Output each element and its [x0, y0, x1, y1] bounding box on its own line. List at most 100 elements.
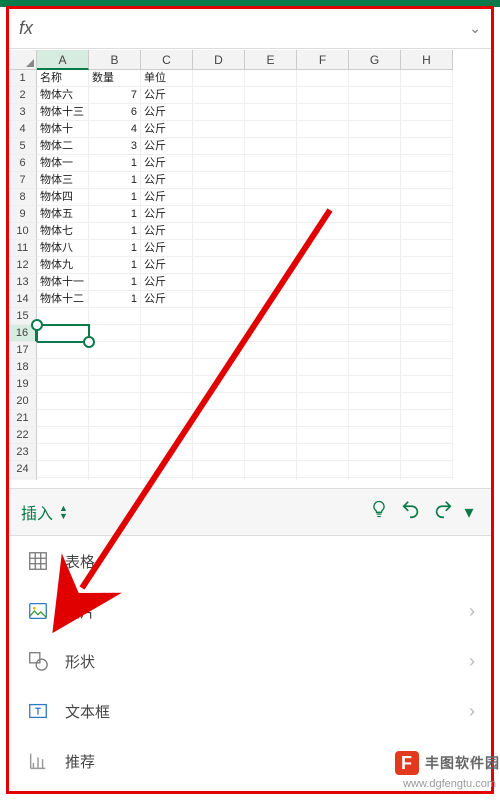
cell[interactable]	[349, 342, 401, 359]
cell[interactable]	[193, 138, 245, 155]
cell[interactable]	[401, 325, 453, 342]
cell[interactable]	[193, 155, 245, 172]
cell[interactable]	[297, 274, 349, 291]
cell[interactable]	[245, 138, 297, 155]
cell[interactable]	[245, 342, 297, 359]
cell[interactable]	[193, 172, 245, 189]
column-header[interactable]: G	[349, 50, 401, 70]
cell[interactable]	[37, 376, 89, 393]
cell[interactable]	[349, 121, 401, 138]
cell[interactable]	[349, 461, 401, 478]
menu-item-table[interactable]: 表格	[9, 536, 491, 586]
cell[interactable]	[401, 138, 453, 155]
cell[interactable]	[297, 376, 349, 393]
select-all-corner[interactable]	[9, 50, 37, 70]
cell[interactable]	[89, 410, 141, 427]
bulb-icon[interactable]	[363, 499, 395, 525]
cell[interactable]	[141, 325, 193, 342]
cell[interactable]	[193, 359, 245, 376]
cell[interactable]: 1	[89, 189, 141, 206]
cell[interactable]	[193, 342, 245, 359]
undo-icon[interactable]	[395, 498, 427, 526]
cell[interactable]	[245, 155, 297, 172]
cell[interactable]	[297, 393, 349, 410]
cell[interactable]	[245, 206, 297, 223]
cell[interactable]	[401, 427, 453, 444]
cell[interactable]	[245, 359, 297, 376]
cell[interactable]	[349, 206, 401, 223]
cell[interactable]	[245, 87, 297, 104]
cell[interactable]	[245, 104, 297, 121]
cell[interactable]	[245, 70, 297, 87]
cell[interactable]: 公斤	[141, 155, 193, 172]
cell[interactable]	[141, 478, 193, 480]
cell[interactable]	[141, 376, 193, 393]
cell[interactable]	[349, 155, 401, 172]
cell[interactable]	[245, 308, 297, 325]
cell[interactable]: 1	[89, 257, 141, 274]
cell[interactable]: 物体六	[37, 87, 89, 104]
cell[interactable]	[297, 325, 349, 342]
cell[interactable]	[193, 308, 245, 325]
cell[interactable]	[401, 461, 453, 478]
row-header[interactable]: 2	[9, 87, 37, 104]
column-header[interactable]: F	[297, 50, 349, 70]
cell[interactable]	[349, 138, 401, 155]
cell[interactable]	[401, 308, 453, 325]
cell[interactable]	[297, 121, 349, 138]
cell[interactable]: 3	[89, 138, 141, 155]
ribbon-mode-button[interactable]: 插入 ▲▼	[21, 500, 68, 524]
row-header[interactable]: 17	[9, 342, 37, 359]
column-header[interactable]: C	[141, 50, 193, 70]
cell[interactable]: 6	[89, 104, 141, 121]
cell[interactable]	[297, 444, 349, 461]
cell[interactable]	[245, 274, 297, 291]
cell[interactable]	[401, 376, 453, 393]
menu-item-picture[interactable]: 图片›	[9, 586, 491, 636]
cell[interactable]	[141, 308, 193, 325]
cell[interactable]	[297, 206, 349, 223]
cell[interactable]	[245, 393, 297, 410]
row-header[interactable]: 3	[9, 104, 37, 121]
cell[interactable]	[193, 478, 245, 480]
cell[interactable]: 公斤	[141, 189, 193, 206]
column-header[interactable]: A	[37, 50, 89, 70]
cell[interactable]	[193, 325, 245, 342]
cell[interactable]	[193, 104, 245, 121]
row-header[interactable]: 7	[9, 172, 37, 189]
cell[interactable]	[297, 478, 349, 480]
row-header[interactable]: 8	[9, 189, 37, 206]
column-header[interactable]: B	[89, 50, 141, 70]
cell[interactable]	[297, 427, 349, 444]
cell[interactable]	[89, 444, 141, 461]
cell[interactable]	[245, 291, 297, 308]
cell[interactable]: 公斤	[141, 138, 193, 155]
cell[interactable]	[193, 189, 245, 206]
cell[interactable]	[401, 240, 453, 257]
cell[interactable]: 公斤	[141, 274, 193, 291]
more-icon[interactable]: ▾	[459, 502, 479, 523]
cell[interactable]	[245, 478, 297, 480]
cell[interactable]	[89, 393, 141, 410]
cell[interactable]	[141, 393, 193, 410]
cell[interactable]	[297, 70, 349, 87]
menu-item-shapes[interactable]: 形状›	[9, 636, 491, 686]
cell[interactable]	[193, 376, 245, 393]
cell[interactable]	[245, 444, 297, 461]
formula-bar[interactable]: fx ⌄	[9, 9, 491, 49]
cell[interactable]	[193, 87, 245, 104]
cell[interactable]	[401, 87, 453, 104]
cell[interactable]	[349, 444, 401, 461]
cell[interactable]	[37, 325, 89, 342]
cell[interactable]	[245, 461, 297, 478]
cell[interactable]	[245, 223, 297, 240]
cell[interactable]	[89, 308, 141, 325]
cell[interactable]	[193, 444, 245, 461]
cell[interactable]	[297, 240, 349, 257]
cell[interactable]	[297, 291, 349, 308]
cell[interactable]	[89, 342, 141, 359]
cell[interactable]: 物体七	[37, 223, 89, 240]
cell[interactable]	[349, 104, 401, 121]
cell[interactable]	[37, 393, 89, 410]
cell[interactable]	[349, 393, 401, 410]
